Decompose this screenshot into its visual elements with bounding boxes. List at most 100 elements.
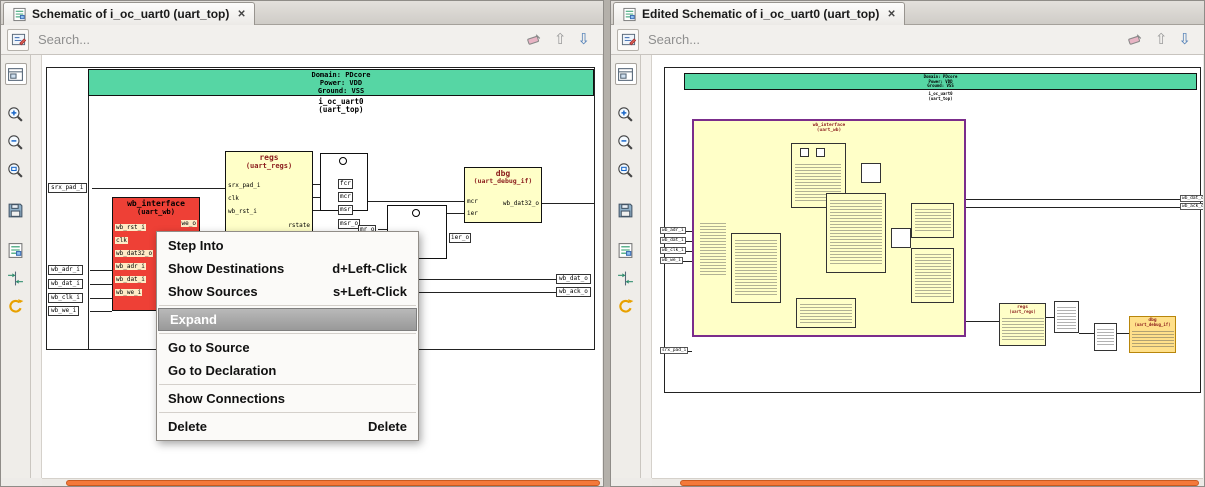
ground-line: Ground: VSS bbox=[317, 87, 365, 95]
tab-schematic[interactable]: Schematic of i_oc_uart0 (uart_top) ✕ bbox=[3, 2, 255, 25]
block-regs-small[interactable]: regs (uart_regs) bbox=[999, 303, 1046, 346]
mini-gate[interactable] bbox=[891, 228, 911, 248]
menu-label: Show Sources bbox=[168, 284, 258, 299]
micro-text bbox=[735, 240, 777, 296]
mini-block[interactable] bbox=[826, 193, 886, 273]
zoom-selection-button[interactable] bbox=[615, 159, 637, 181]
block-dbg-small[interactable]: dbg (uart_debug_if) bbox=[1129, 316, 1176, 353]
wire bbox=[378, 229, 387, 230]
save-button[interactable] bbox=[615, 199, 637, 221]
port-wb-adr-i[interactable]: wb_adr_i bbox=[660, 227, 686, 234]
port-srx-pad-i[interactable]: srx_pad_i bbox=[660, 347, 689, 354]
wire bbox=[418, 279, 556, 280]
block-subtitle: (uart_regs) bbox=[1009, 309, 1036, 314]
port-wb-ack-o[interactable]: wb_ack_o bbox=[1180, 203, 1203, 210]
block-dbg[interactable]: dbg (uart_debug_if) mcr ier wb_dat32_o bbox=[464, 167, 542, 223]
tab-edited-schematic[interactable]: Edited Schematic of i_oc_uart0 (uart_top… bbox=[613, 2, 905, 25]
mini-block[interactable] bbox=[911, 248, 954, 303]
mini-block[interactable] bbox=[796, 298, 856, 328]
port-wb-clk-i[interactable]: wb_clk_i bbox=[48, 293, 83, 303]
mini-gate bbox=[816, 148, 825, 157]
wire bbox=[88, 96, 89, 350]
mini-gate[interactable] bbox=[861, 163, 881, 183]
port-wb-dat-i[interactable]: wb_dat_i bbox=[48, 279, 83, 289]
gate-symbol[interactable] bbox=[1094, 323, 1117, 351]
wire bbox=[966, 199, 1182, 200]
menu-item-show-sources[interactable]: Show Sources s+Left-Click bbox=[157, 280, 418, 303]
block-regs[interactable]: regs (uart_regs) srx_pad_i clk wb_rst_i … bbox=[225, 151, 313, 233]
port-wb-we-i[interactable]: wb_we_i bbox=[48, 306, 80, 316]
options-button[interactable] bbox=[615, 239, 637, 261]
zoom-out-button[interactable] bbox=[615, 131, 637, 153]
edited-schematic-panel: Edited Schematic of i_oc_uart0 (uart_top… bbox=[610, 0, 1205, 487]
options-button[interactable] bbox=[5, 239, 27, 261]
port-wb-ack-o[interactable]: wb_ack_o bbox=[556, 287, 591, 297]
zoom-selection-button[interactable] bbox=[5, 159, 27, 181]
menu-label: Show Connections bbox=[168, 391, 285, 406]
menu-item-show-destinations[interactable]: Show Destinations d+Left-Click bbox=[157, 257, 418, 280]
menu-item-delete[interactable]: Delete Delete bbox=[157, 415, 418, 438]
search-next-icon[interactable]: ⇩ bbox=[577, 32, 590, 47]
menu-item-go-to-source[interactable]: Go to Source bbox=[157, 336, 418, 359]
zoom-out-button[interactable] bbox=[5, 131, 27, 153]
menu-item-expand[interactable]: Expand bbox=[158, 308, 417, 331]
zoom-in-button[interactable] bbox=[615, 103, 637, 125]
micro-text bbox=[1057, 307, 1076, 329]
schematic-tab-icon bbox=[622, 7, 637, 22]
refresh-button[interactable] bbox=[5, 295, 27, 317]
search-prev-icon[interactable]: ⇧ bbox=[1155, 32, 1168, 47]
menu-shortcut: Delete bbox=[367, 419, 407, 434]
search-prev-icon[interactable]: ⇧ bbox=[554, 32, 567, 47]
pin-label: rstate bbox=[288, 222, 310, 229]
port-wb-dat-i[interactable]: wb_dat_i bbox=[660, 237, 686, 244]
edit-schematic-button[interactable] bbox=[7, 28, 29, 51]
menu-label: Go to Source bbox=[168, 340, 250, 355]
edit-schematic-button[interactable] bbox=[617, 28, 639, 51]
tab-close-icon[interactable]: ✕ bbox=[887, 9, 895, 20]
menu-item-go-to-declaration[interactable]: Go to Declaration bbox=[157, 359, 418, 382]
port-wb-clk-i[interactable]: wb_clk_i bbox=[660, 247, 686, 254]
vertical-scrollbar[interactable] bbox=[31, 55, 42, 478]
search-input[interactable] bbox=[38, 32, 517, 47]
port-srx-pad-i[interactable]: srx_pad_i bbox=[48, 183, 87, 193]
clear-search-icon[interactable] bbox=[1127, 31, 1144, 48]
mini-block[interactable] bbox=[911, 203, 954, 238]
search-next-icon[interactable]: ⇩ bbox=[1178, 32, 1191, 47]
tab-title: Edited Schematic of i_oc_uart0 (uart_top… bbox=[642, 7, 880, 21]
clear-search-icon[interactable] bbox=[526, 31, 543, 48]
port-wb-dat-o[interactable]: wb_dat_o bbox=[556, 274, 591, 284]
menu-item-step-into[interactable]: Step Into bbox=[157, 234, 418, 257]
menu-item-show-connections[interactable]: Show Connections bbox=[157, 387, 418, 410]
mini-block[interactable] bbox=[731, 233, 781, 303]
schematic-toolbar bbox=[1, 55, 31, 478]
wire bbox=[447, 213, 464, 214]
schematic-panel: Schematic of i_oc_uart0 (uart_top) ✕ ⇧ ⇩… bbox=[0, 0, 604, 487]
trace-signal-button[interactable] bbox=[615, 267, 637, 289]
edited-schematic-canvas[interactable]: Domain: PDcore Power: VDD Ground: VSS i_… bbox=[652, 55, 1203, 478]
vertical-scrollbar[interactable] bbox=[641, 55, 652, 478]
pin-label: wb_dat32_o bbox=[115, 250, 154, 257]
module-name: (uart_top) bbox=[318, 105, 364, 114]
tab-close-icon[interactable]: ✕ bbox=[237, 9, 245, 20]
gate-symbol[interactable] bbox=[1054, 301, 1079, 333]
zoom-in-button[interactable] bbox=[5, 103, 27, 125]
horizontal-scrollbar[interactable] bbox=[652, 478, 1203, 486]
scrollbar-thumb[interactable] bbox=[680, 480, 1199, 486]
net-label: ier_o bbox=[449, 233, 472, 243]
wire bbox=[90, 311, 112, 312]
save-button[interactable] bbox=[5, 199, 27, 221]
port-wb-we-i[interactable]: wb_we_i bbox=[660, 257, 683, 264]
port-wb-dat-o[interactable]: wb_dat_o bbox=[1180, 195, 1203, 202]
view-mode-button[interactable] bbox=[614, 63, 637, 85]
horizontal-scrollbar[interactable] bbox=[42, 478, 602, 486]
block-wb-interface-expanded[interactable]: wb_interface (uart_wb) bbox=[692, 119, 966, 337]
wire bbox=[966, 207, 1182, 208]
refresh-button[interactable] bbox=[615, 295, 637, 317]
instance-label: i_oc_uart0 (uart_top) bbox=[684, 91, 1197, 101]
net-label: fcr bbox=[338, 179, 353, 189]
port-wb-adr-i[interactable]: wb_adr_i bbox=[48, 265, 83, 275]
trace-signal-button[interactable] bbox=[5, 267, 27, 289]
view-mode-button[interactable] bbox=[4, 63, 27, 85]
scrollbar-thumb[interactable] bbox=[66, 480, 600, 486]
search-input[interactable] bbox=[648, 32, 1118, 47]
